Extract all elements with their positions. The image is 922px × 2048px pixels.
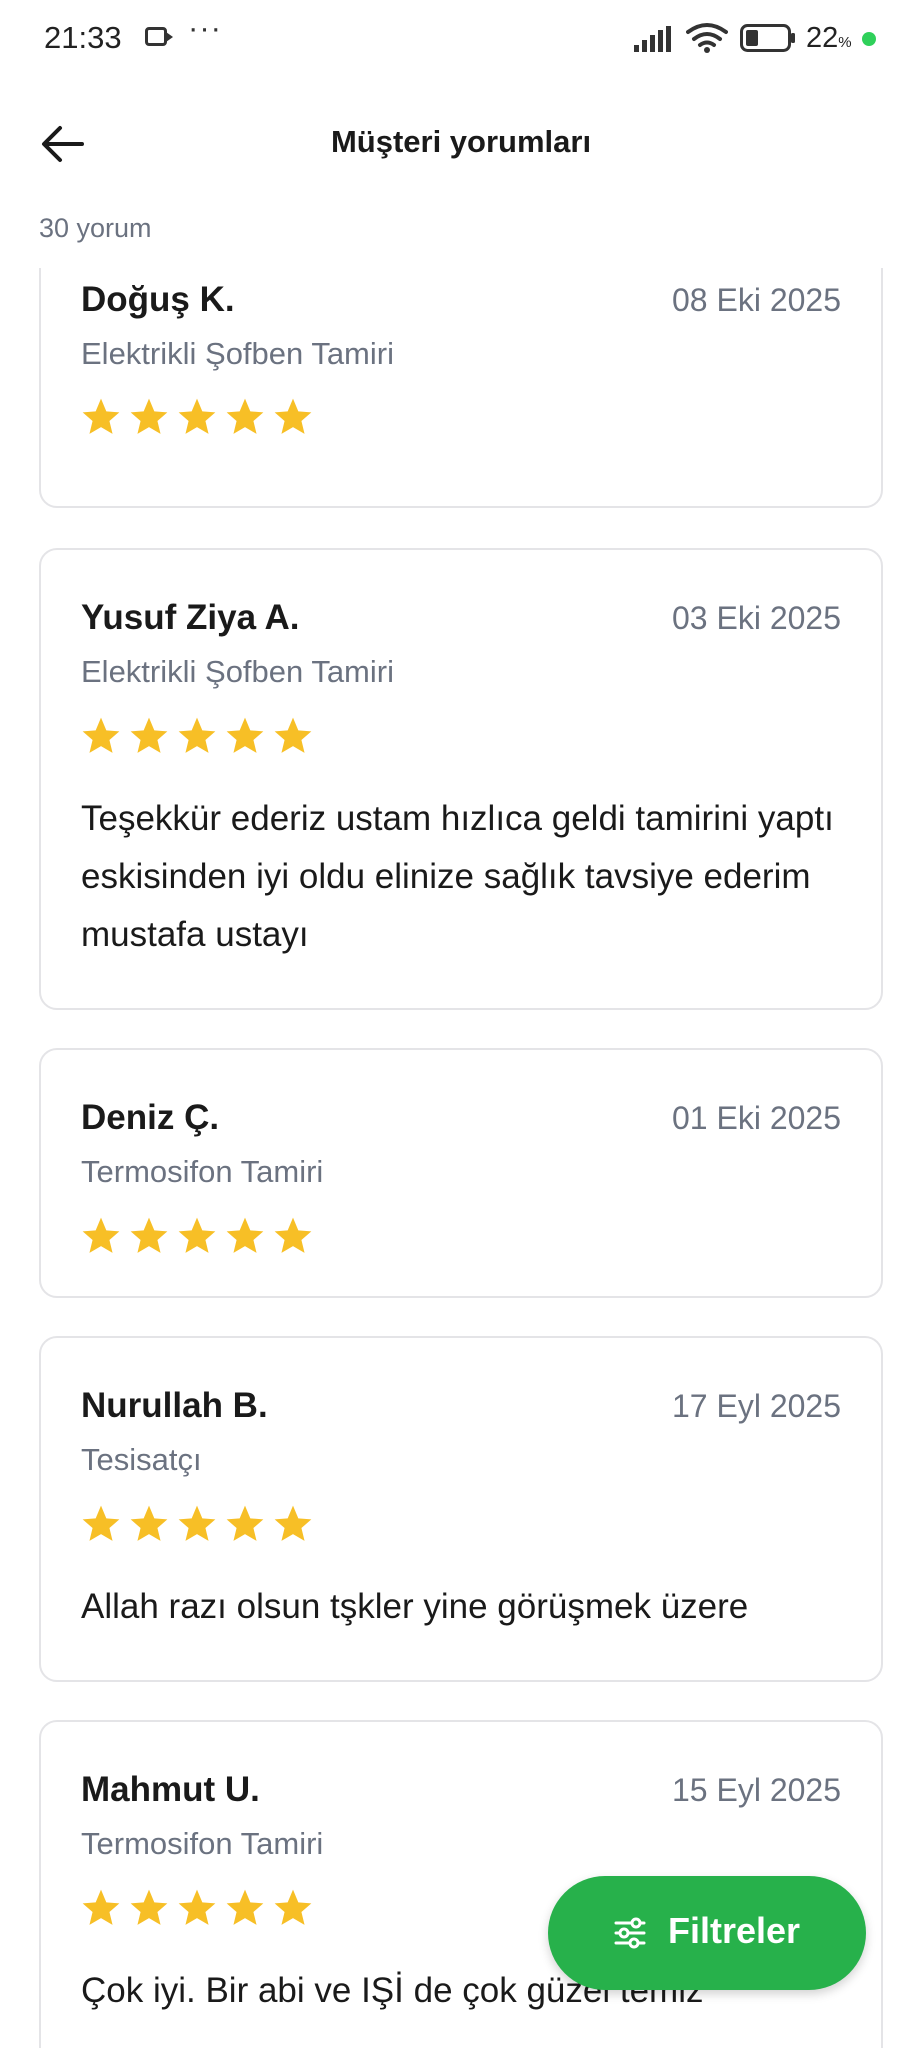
privacy-indicator-dot — [862, 32, 876, 46]
star-rating — [79, 395, 319, 443]
star-icon — [130, 1505, 168, 1541]
star-icon — [226, 1505, 264, 1541]
star-rating — [79, 1214, 319, 1262]
status-bar: 21:33 ··· 22% — [0, 0, 922, 80]
star-icon — [178, 1505, 216, 1541]
star-icon — [274, 398, 312, 434]
review-card: Yusuf Ziya A. 03 Eki 2025 Elektrikli Şof… — [39, 548, 883, 1010]
star-icon — [130, 1889, 168, 1925]
star-icon — [226, 398, 264, 434]
star-icon — [178, 1889, 216, 1925]
star-icon — [178, 398, 216, 434]
review-date: 17 Eyl 2025 — [671, 1388, 841, 1424]
service-name: Elektrikli Şofben Tamiri — [81, 654, 394, 689]
review-date: 15 Eyl 2025 — [671, 1772, 841, 1808]
star-icon — [274, 1889, 312, 1925]
reviewer-name: Yusuf Ziya A. — [81, 598, 300, 637]
star-icon — [274, 717, 312, 753]
star-rating — [79, 714, 319, 762]
star-icon — [130, 1217, 168, 1253]
signal-icon — [634, 26, 671, 52]
status-time: 21:33 — [44, 20, 122, 55]
review-count: 30 yorum — [39, 213, 152, 243]
star-icon — [274, 1217, 312, 1253]
reviewer-name: Nurullah B. — [81, 1386, 268, 1425]
camera-icon — [145, 27, 173, 46]
star-icon — [82, 1217, 120, 1253]
reviewer-name: Mahmut U. — [81, 1770, 260, 1809]
star-icon — [226, 1889, 264, 1925]
star-icon — [82, 398, 120, 434]
review-date: 03 Eki 2025 — [671, 600, 841, 636]
battery-percent: 22% — [806, 22, 852, 54]
star-icon — [178, 717, 216, 753]
star-icon — [226, 1217, 264, 1253]
app-header: Müşteri yorumları — [0, 96, 922, 192]
reviewer-name: Doğuş K. — [81, 280, 235, 319]
reviewer-name: Deniz Ç. — [81, 1098, 220, 1137]
review-card: Deniz Ç. 01 Eki 2025 Termosifon Tamiri — [39, 1048, 883, 1298]
battery-icon — [740, 24, 795, 52]
star-icon — [130, 398, 168, 434]
review-card: Doğuş K. 08 Eki 2025 Elektrikli Şofben T… — [39, 268, 883, 508]
review-text: Teşekkür ederiz ustam hızlıca geldi tami… — [81, 799, 834, 954]
more-dots-icon: ··· — [188, 10, 222, 45]
review-list[interactable]: Doğuş K. 08 Eki 2025 Elektrikli Şofben T… — [0, 268, 922, 2048]
filter-button[interactable]: Filtreler — [548, 1876, 866, 1990]
star-icon — [130, 717, 168, 753]
review-card: Nurullah B. 17 Eyl 2025 Tesisatçı Allah … — [39, 1336, 883, 1682]
service-name: Termosifon Tamiri — [81, 1154, 324, 1189]
review-text: Allah razı olsun tşkler yine görüşmek üz… — [81, 1587, 749, 1626]
filter-button-label: Filtreler — [668, 1910, 801, 1951]
page-title: Müşteri yorumları — [330, 124, 592, 159]
star-icon — [226, 717, 264, 753]
service-name: Termosifon Tamiri — [81, 1826, 324, 1861]
star-icon — [82, 1505, 120, 1541]
star-rating — [79, 1502, 319, 1550]
star-icon — [82, 717, 120, 753]
star-icon — [82, 1889, 120, 1925]
review-date: 01 Eki 2025 — [671, 1100, 841, 1136]
wifi-icon — [686, 23, 728, 53]
sliders-icon — [614, 1917, 646, 1949]
review-date: 08 Eki 2025 — [671, 282, 841, 318]
star-rating — [79, 1886, 319, 1934]
service-name: Tesisatçı — [81, 1442, 202, 1477]
star-icon — [178, 1217, 216, 1253]
star-icon — [274, 1505, 312, 1541]
service-name: Elektrikli Şofben Tamiri — [81, 336, 394, 371]
